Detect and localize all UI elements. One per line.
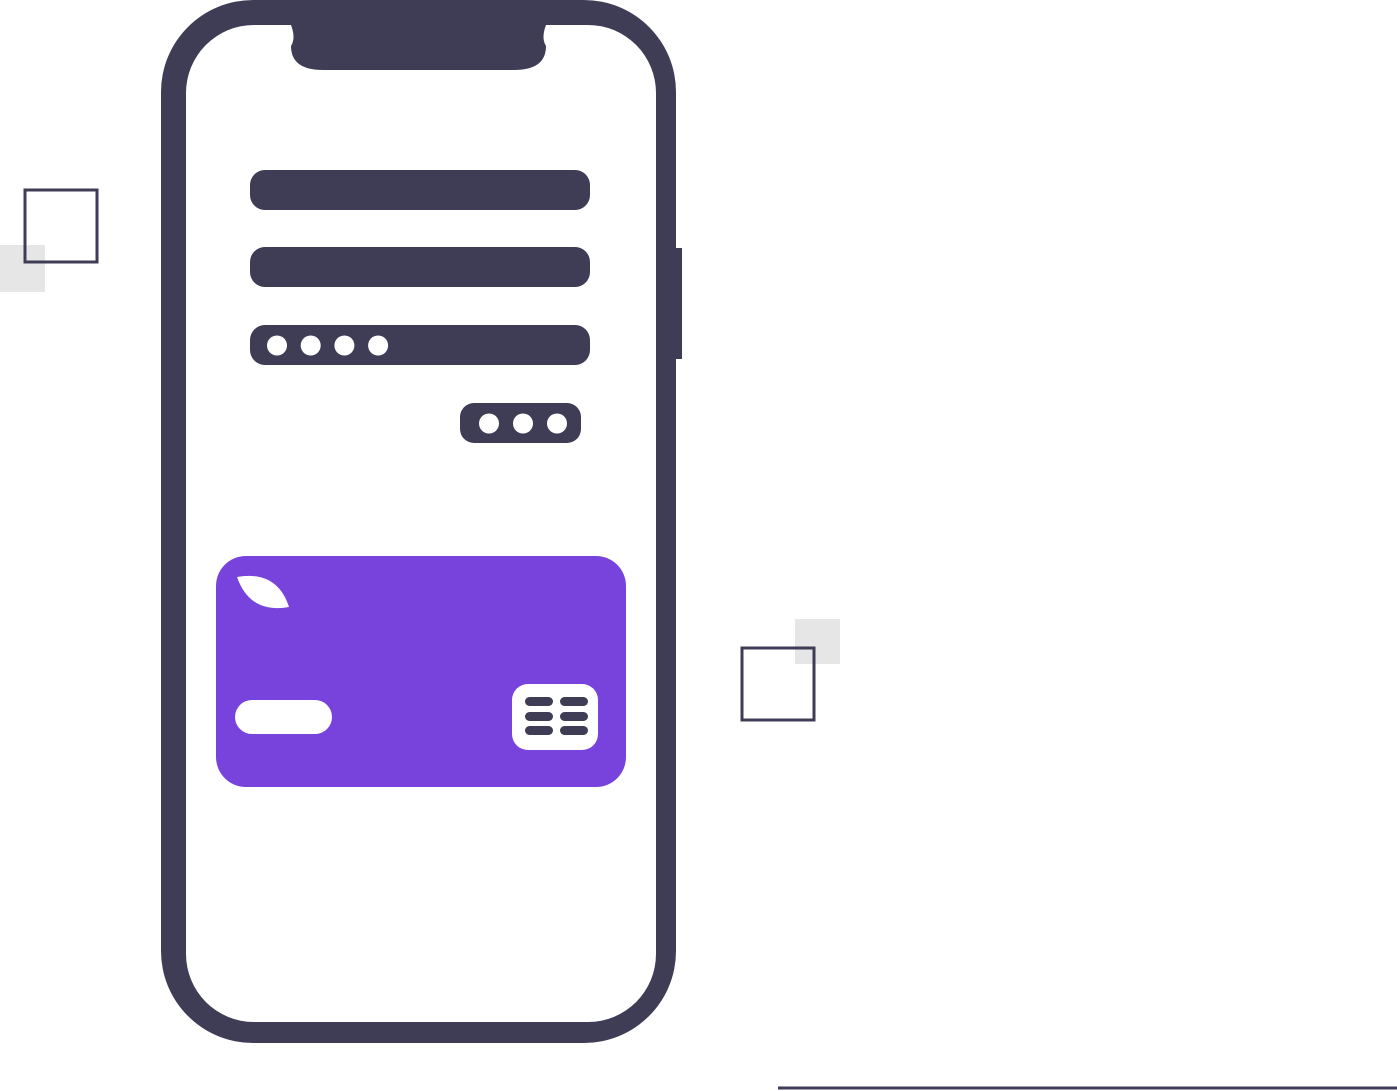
filled-square-right bbox=[795, 619, 840, 664]
credit-card[interactable] bbox=[216, 556, 626, 787]
mask-dot bbox=[479, 413, 499, 434]
phone-notch bbox=[291, 25, 546, 70]
submit-mask-dots bbox=[479, 413, 567, 434]
mask-dot bbox=[300, 335, 321, 356]
password-field[interactable] bbox=[250, 325, 590, 365]
mask-dot bbox=[513, 413, 533, 434]
mask-dot bbox=[547, 413, 567, 434]
text-field-2[interactable] bbox=[250, 247, 590, 287]
submit-button[interactable] bbox=[460, 403, 581, 443]
card-chip-icon bbox=[512, 684, 598, 750]
filled-square-left bbox=[0, 245, 45, 292]
mask-dot bbox=[334, 335, 355, 356]
mask-dot bbox=[368, 335, 389, 356]
illustration bbox=[0, 0, 1397, 1090]
smartphone bbox=[161, 0, 682, 1043]
card-number-strip bbox=[235, 700, 332, 734]
text-field-1[interactable] bbox=[250, 170, 590, 210]
mask-dot bbox=[267, 335, 287, 356]
